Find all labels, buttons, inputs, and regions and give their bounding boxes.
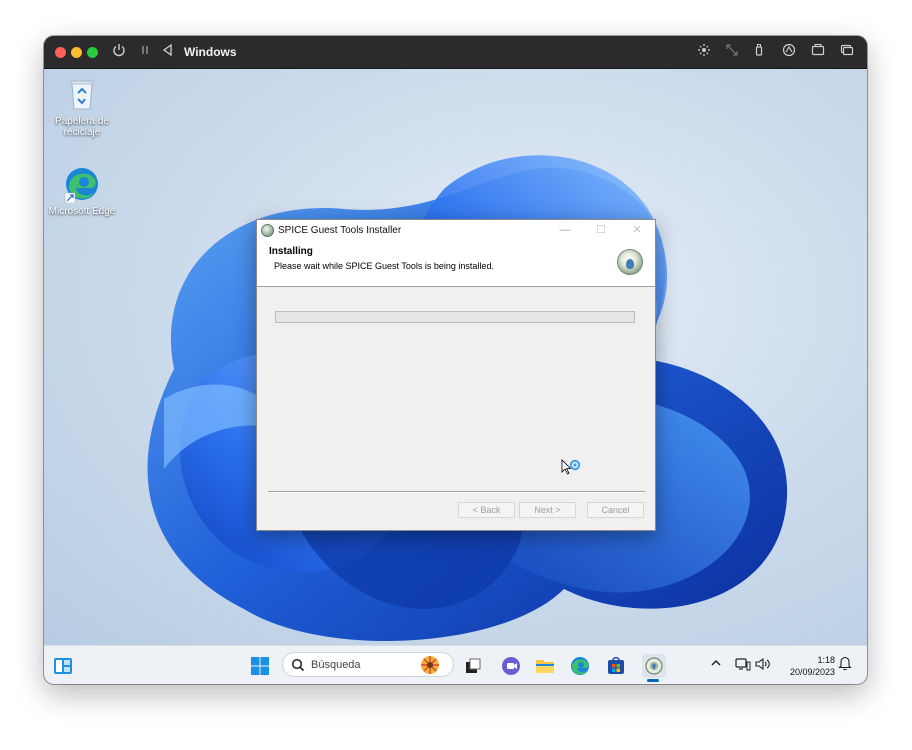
- vm-window: Windows Papelera de reciclaje Microsoft …: [44, 36, 867, 684]
- vm-title: Windows: [184, 45, 237, 59]
- clock-date: 20/09/2023: [789, 667, 835, 677]
- spice-installer-icon[interactable]: [642, 654, 666, 678]
- power-icon[interactable]: [110, 43, 128, 61]
- installer-dialog: SPICE Guest Tools Installer — ☐ ✕ Instal…: [256, 219, 656, 531]
- edge-icon: [63, 165, 101, 204]
- task-view-icon[interactable]: [462, 655, 484, 677]
- clock[interactable]: 1:18 20/09/2023: [790, 654, 835, 678]
- close-button[interactable]: ✕: [619, 220, 655, 242]
- back-button[interactable]: < Back: [458, 502, 515, 518]
- cancel-button[interactable]: Cancel: [587, 502, 644, 518]
- desktop: Papelera de reciclaje Microsoft Edge SPI…: [44, 69, 867, 646]
- busy-cursor-icon: [561, 459, 581, 479]
- camera-icon[interactable]: [809, 43, 827, 61]
- folder-share-icon[interactable]: [780, 43, 798, 61]
- close-traffic-light[interactable]: [55, 47, 66, 58]
- button-separator: [268, 491, 645, 493]
- dialog-header: Installing Please wait while SPICE Guest…: [257, 242, 655, 287]
- minimize-button[interactable]: —: [547, 220, 583, 242]
- volume-icon[interactable]: [755, 657, 771, 674]
- dialog-titlebar[interactable]: SPICE Guest Tools Installer — ☐ ✕: [257, 220, 655, 242]
- desktop-icon-recycle-bin[interactable]: Papelera de reciclaje: [44, 75, 120, 138]
- spice-app-icon: [261, 224, 274, 237]
- store-icon[interactable]: [605, 655, 627, 677]
- recycle-bin-icon: [63, 75, 101, 113]
- install-subheading: Please wait while SPICE Guest Tools is b…: [274, 261, 494, 271]
- edge-icon[interactable]: [569, 655, 591, 677]
- windows-icon[interactable]: [838, 43, 856, 61]
- usb-icon[interactable]: [750, 43, 768, 61]
- active-app-indicator: [647, 679, 659, 682]
- taskbar: Búsqueda 1:18 20/09/2023: [44, 645, 867, 684]
- start-icon[interactable]: [249, 655, 271, 677]
- install-progress-bar: [275, 311, 635, 323]
- install-heading: Installing: [269, 246, 313, 257]
- search-placeholder: Búsqueda: [311, 659, 361, 671]
- clock-time: 1:18: [817, 655, 835, 665]
- next-button[interactable]: Next >: [519, 502, 576, 518]
- teams-icon[interactable]: [500, 655, 522, 677]
- search-box[interactable]: Búsqueda: [282, 652, 454, 677]
- pause-icon[interactable]: [136, 43, 154, 61]
- vm-titlebar: Windows: [44, 36, 867, 69]
- notification-bell-icon[interactable]: [838, 655, 852, 674]
- maximize-button[interactable]: ☐: [583, 220, 619, 242]
- minimize-traffic-light[interactable]: [71, 47, 82, 58]
- desktop-icon-label: Papelera de reciclaje: [55, 116, 109, 138]
- zoom-traffic-light[interactable]: [87, 47, 98, 58]
- search-icon: [291, 658, 305, 677]
- brightness-icon[interactable]: [695, 43, 713, 61]
- desktop-icon-edge[interactable]: Microsoft Edge: [44, 165, 120, 217]
- chevron-up-icon[interactable]: [710, 657, 722, 672]
- network-icon[interactable]: [735, 657, 751, 674]
- spice-logo-icon: [617, 249, 643, 275]
- file-explorer-icon[interactable]: [534, 655, 556, 677]
- desktop-icon-label: Microsoft Edge: [48, 206, 116, 217]
- resize-icon[interactable]: [723, 43, 741, 61]
- search-highlight-icon: [415, 655, 445, 680]
- widgets-icon[interactable]: [52, 655, 74, 677]
- back-icon[interactable]: [159, 43, 177, 61]
- dialog-title: SPICE Guest Tools Installer: [278, 225, 402, 236]
